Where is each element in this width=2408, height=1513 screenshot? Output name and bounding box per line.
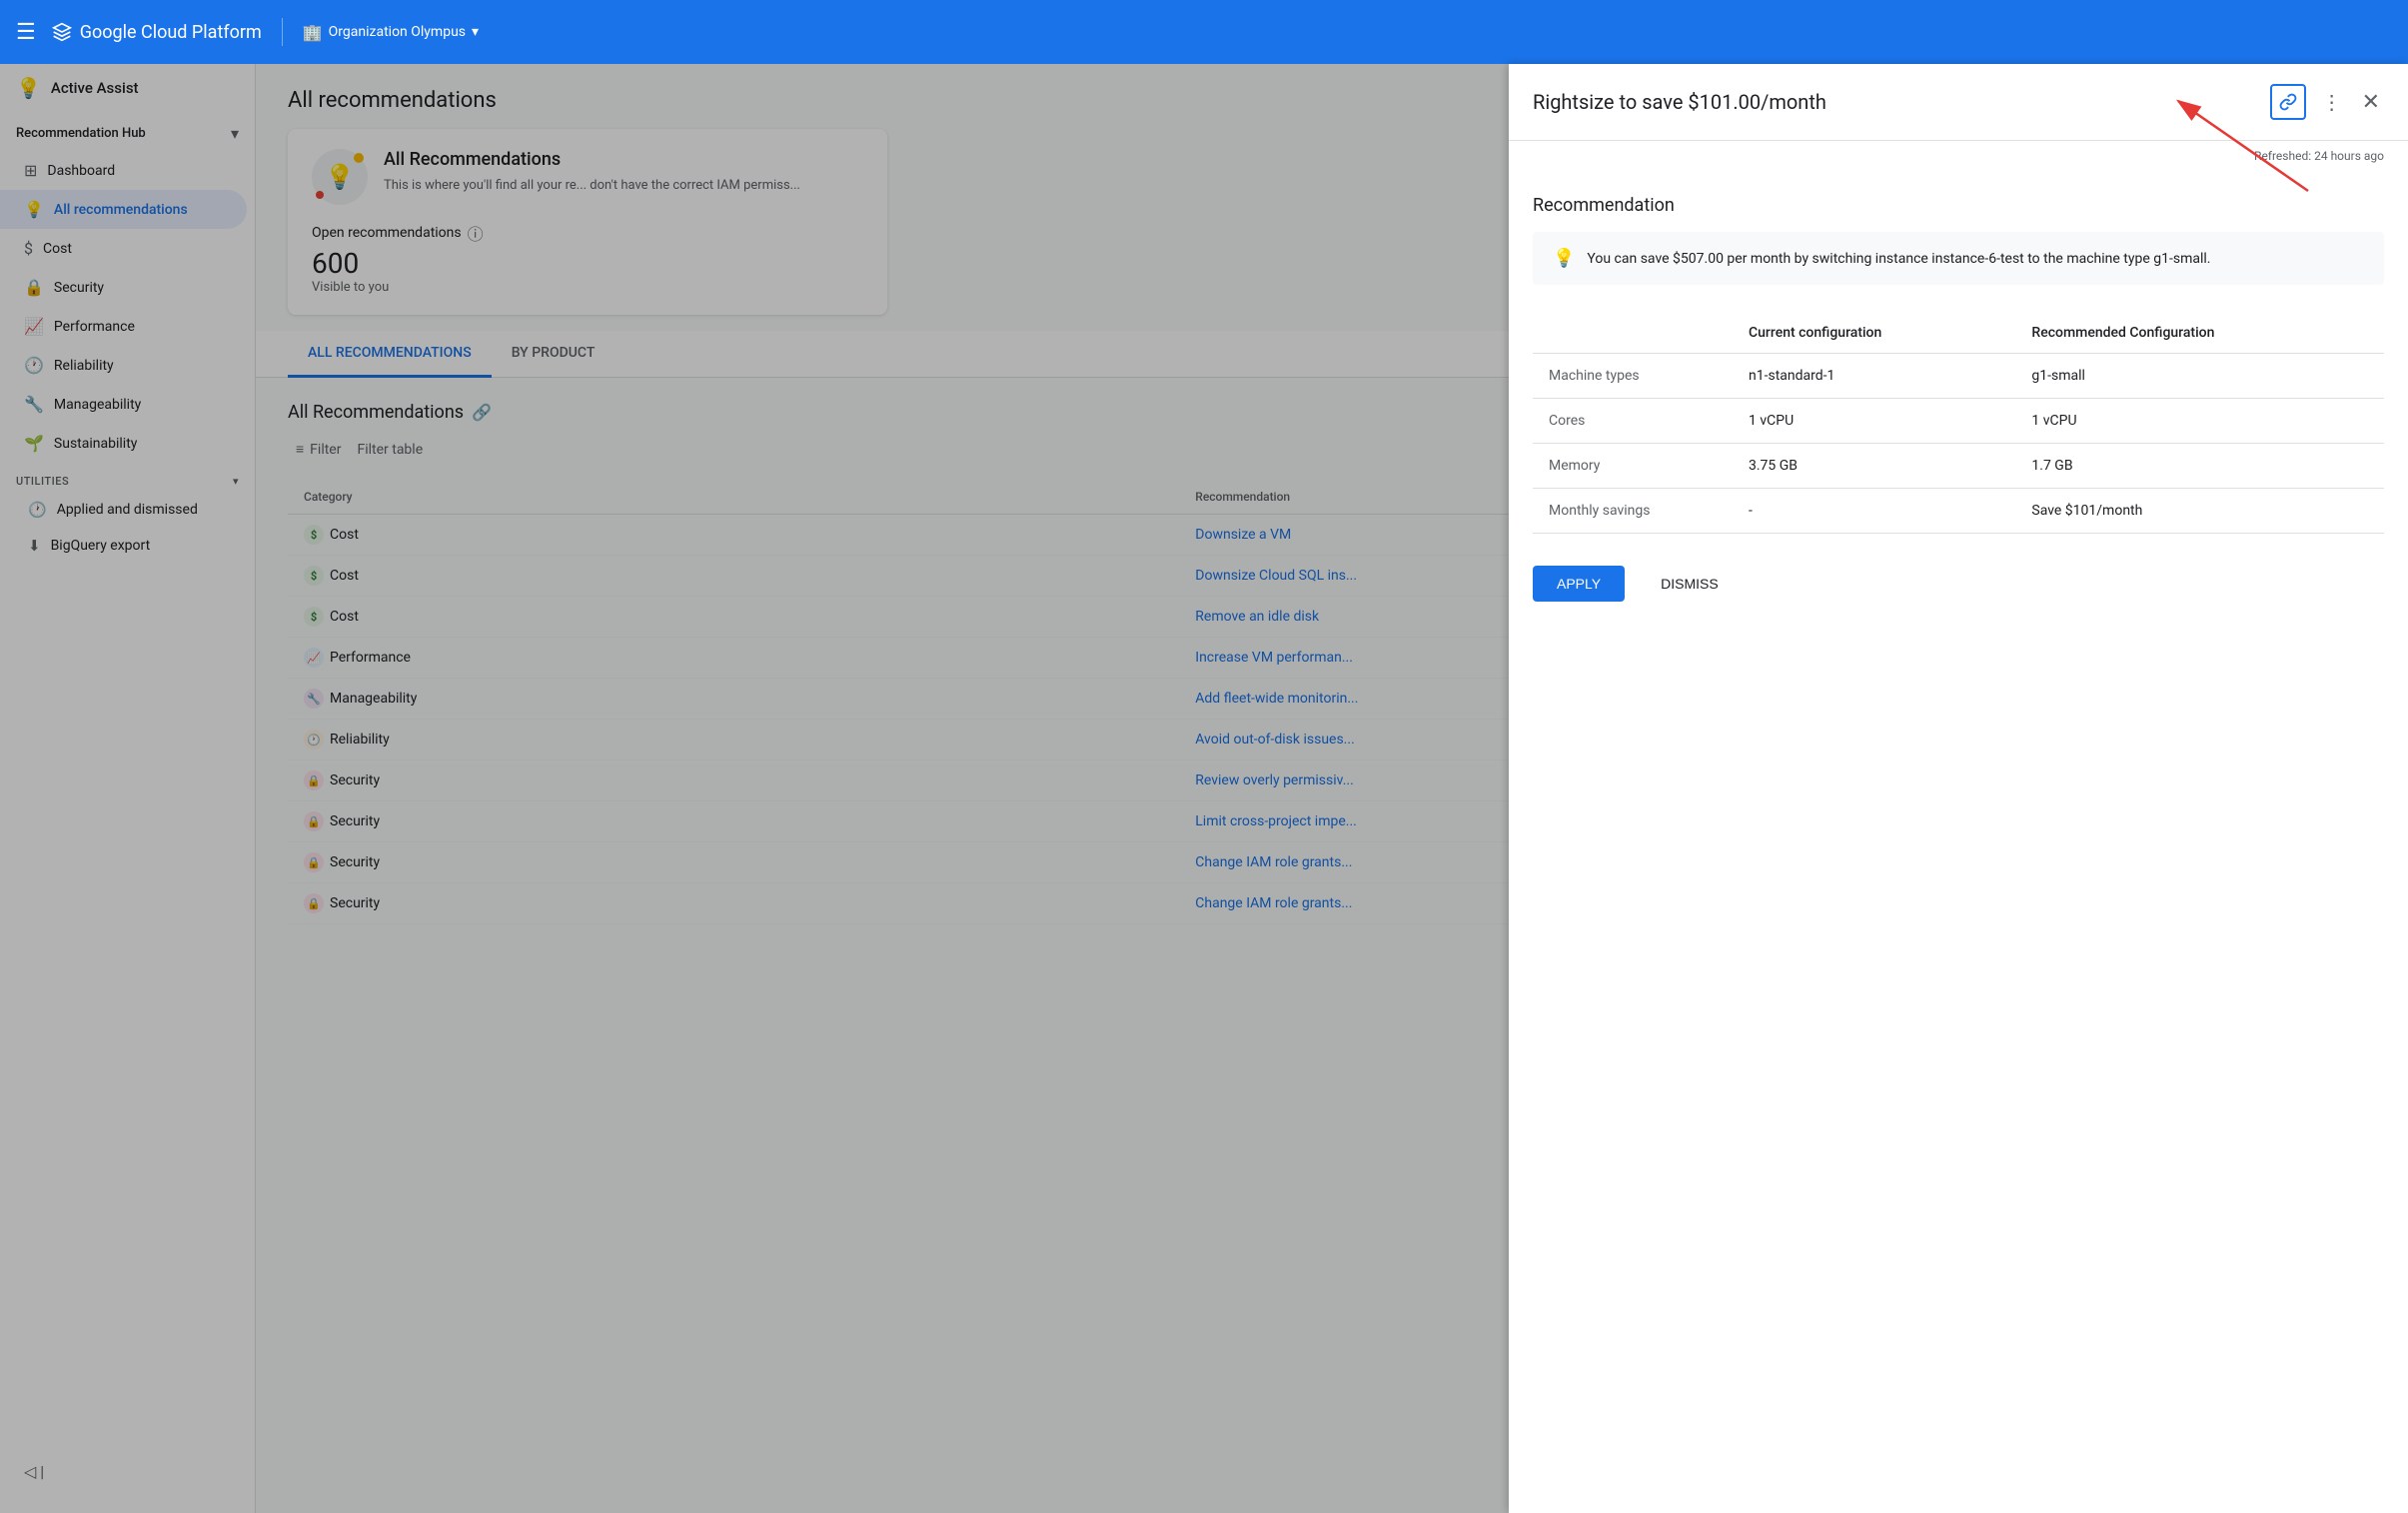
config-cell-current: 3.75 GB <box>1733 444 2015 489</box>
org-dropdown-icon: ▾ <box>472 24 479 40</box>
detail-refreshed: Refreshed: 24 hours ago <box>1509 141 2408 171</box>
config-col-recommended: Recommended Configuration <box>2015 313 2384 354</box>
config-col-label <box>1533 313 1733 354</box>
config-cell-label: Monthly savings <box>1533 489 1733 534</box>
detail-section-title: Recommendation <box>1533 195 2384 216</box>
close-panel-button[interactable]: ✕ <box>2358 86 2384 119</box>
rec-bulb-icon: 💡 <box>1553 248 1575 269</box>
app-brand: Google Cloud Platform <box>52 22 262 43</box>
hamburger-menu[interactable]: ☰ <box>16 20 36 45</box>
config-cell-current: n1-standard-1 <box>1733 354 2015 399</box>
config-cell-current: 1 vCPU <box>1733 399 2015 444</box>
detail-header-actions: ⋮ ✕ <box>2270 84 2384 120</box>
config-col-current: Current configuration <box>1733 313 2015 354</box>
gcp-logo-icon <box>52 22 72 42</box>
rec-info-text: You can save $507.00 per month by switch… <box>1587 251 2210 267</box>
dismiss-button[interactable]: DISMISS <box>1637 566 1743 602</box>
config-table: Current configuration Recommended Config… <box>1533 313 2384 534</box>
config-cell-recommended: Save $101/month <box>2015 489 2384 534</box>
org-icon: 🏢 <box>303 23 323 42</box>
config-cell-label: Machine types <box>1533 354 1733 399</box>
config-cell-label: Memory <box>1533 444 1733 489</box>
detail-title: Rightsize to save $101.00/month <box>1533 90 1826 114</box>
top-nav: ☰ Google Cloud Platform 🏢 Organization O… <box>0 0 2408 64</box>
org-selector[interactable]: 🏢 Organization Olympus ▾ <box>303 23 479 42</box>
detail-header: Rightsize to save $101.00/month ⋮ ✕ <box>1509 64 2408 141</box>
detail-panel: Rightsize to save $101.00/month ⋮ ✕ <box>1509 64 2408 1513</box>
nav-divider <box>282 18 283 46</box>
link-icon <box>2279 93 2297 111</box>
config-table-row: Memory3.75 GB1.7 GB <box>1533 444 2384 489</box>
detail-body: Recommendation 💡 You can save $507.00 pe… <box>1509 171 2408 626</box>
config-cell-recommended: 1.7 GB <box>2015 444 2384 489</box>
config-cell-current: - <box>1733 489 2015 534</box>
config-cell-label: Cores <box>1533 399 1733 444</box>
detail-actions: APPLY DISMISS <box>1533 566 2384 602</box>
more-options-button[interactable]: ⋮ <box>2318 86 2346 118</box>
config-table-row: Machine typesn1-standard-1g1-small <box>1533 354 2384 399</box>
rec-info-box: 💡 You can save $507.00 per month by swit… <box>1533 232 2384 285</box>
apply-button[interactable]: APPLY <box>1533 566 1625 602</box>
org-name: Organization Olympus <box>329 24 466 40</box>
config-cell-recommended: g1-small <box>2015 354 2384 399</box>
detail-overlay: Rightsize to save $101.00/month ⋮ ✕ <box>0 64 2408 1513</box>
link-copy-button[interactable] <box>2270 84 2306 120</box>
config-table-row: Monthly savings-Save $101/month <box>1533 489 2384 534</box>
config-cell-recommended: 1 vCPU <box>2015 399 2384 444</box>
app-name: Google Cloud Platform <box>80 22 262 43</box>
config-table-row: Cores1 vCPU1 vCPU <box>1533 399 2384 444</box>
